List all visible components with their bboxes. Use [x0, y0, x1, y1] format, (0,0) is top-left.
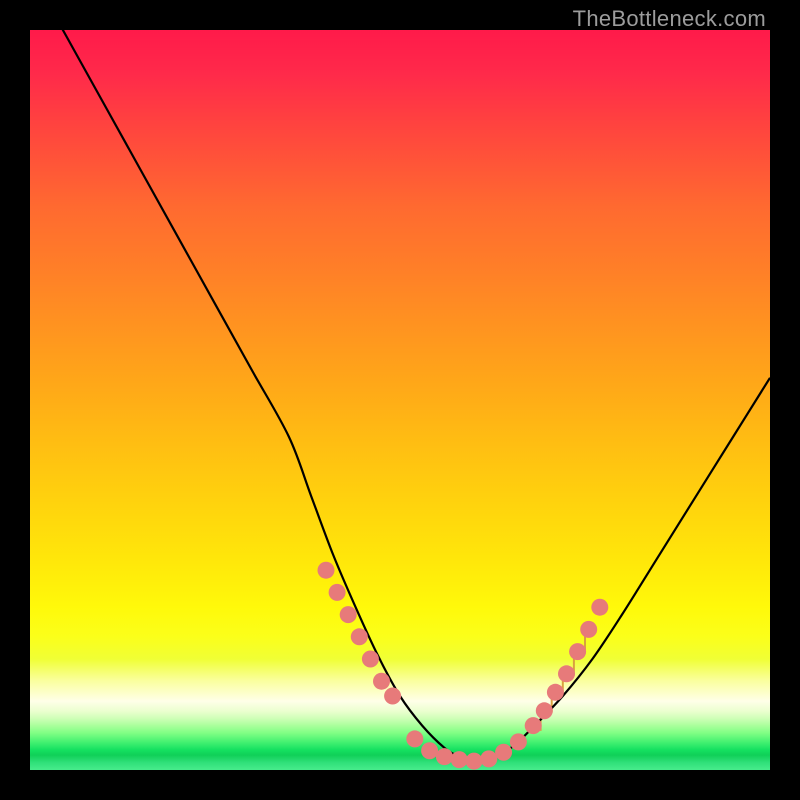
data-marker [580, 621, 597, 638]
data-marker [510, 733, 527, 750]
bottleneck-curve-path [30, 30, 770, 761]
chart-svg [30, 30, 770, 770]
chart-container: TheBottleneck.com [0, 0, 800, 800]
data-marker [495, 744, 512, 761]
data-marker [591, 599, 608, 616]
data-marker [569, 643, 586, 660]
data-marker [451, 751, 468, 768]
data-marker [525, 717, 542, 734]
data-marker [466, 753, 483, 770]
data-marker [536, 702, 553, 719]
data-marker [406, 730, 423, 747]
data-marker [547, 684, 564, 701]
data-marker [362, 651, 379, 668]
data-marker [373, 673, 390, 690]
plot-area [30, 30, 770, 770]
data-marker [436, 748, 453, 765]
data-marker [351, 628, 368, 645]
data-marker [318, 562, 335, 579]
data-marker [421, 742, 438, 759]
data-marker [480, 750, 497, 767]
watermark-text: TheBottleneck.com [573, 6, 766, 32]
data-marker [384, 688, 401, 705]
data-marker [329, 584, 346, 601]
data-marker [340, 606, 357, 623]
data-marker [558, 665, 575, 682]
markers-group [318, 562, 609, 770]
